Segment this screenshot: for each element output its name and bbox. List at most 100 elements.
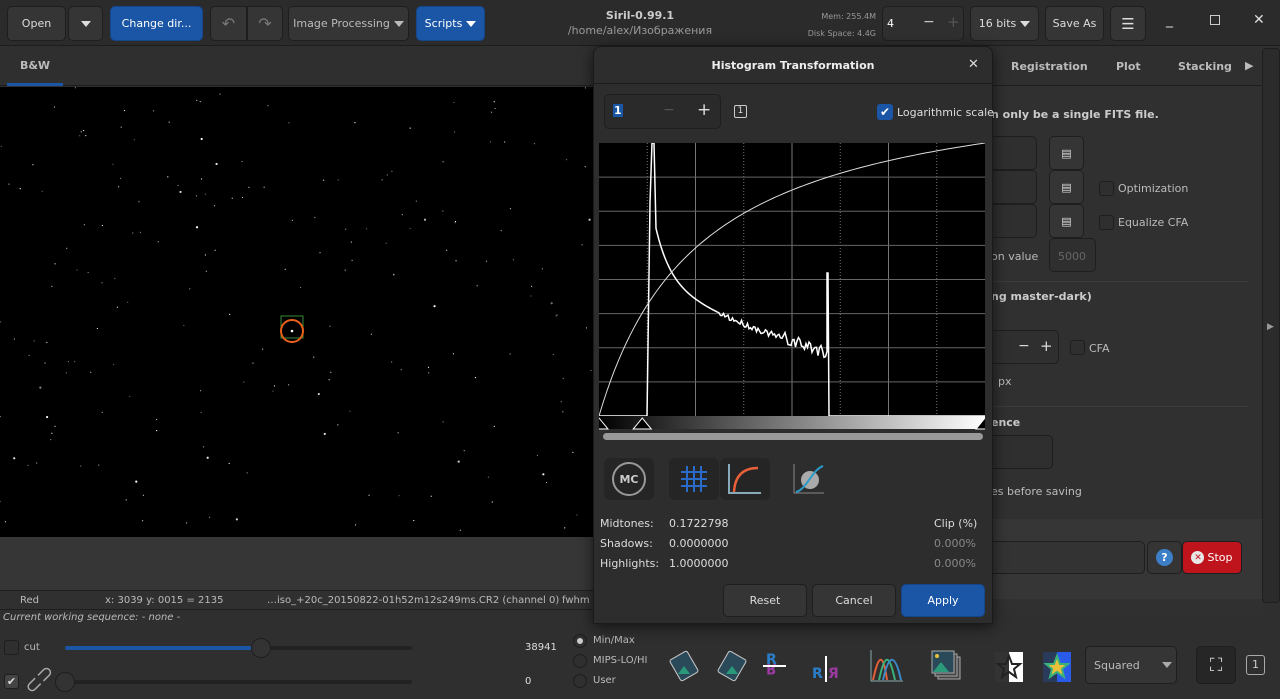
thread-count-stepper[interactable]: 4 − + — [882, 6, 964, 41]
chevron-down-icon — [466, 20, 477, 27]
tabs-scroll-right-icon[interactable]: ▶ — [1245, 59, 1253, 72]
image-stack-icon[interactable] — [929, 648, 965, 684]
radio-min-max[interactable] — [573, 634, 587, 648]
rotate-right-icon[interactable] — [714, 648, 750, 684]
star — [493, 101, 495, 103]
tab-plot[interactable]: Plot — [1116, 60, 1141, 73]
scripts-menu[interactable]: Scripts — [416, 6, 485, 41]
midtones-value[interactable]: 0.1722798 — [669, 517, 729, 530]
hyperbolic-stretch-button[interactable] — [792, 462, 826, 499]
output-prefix-field[interactable] — [989, 435, 1053, 469]
zoom-value[interactable]: 1 — [613, 104, 623, 117]
normalization-input[interactable]: 5000 — [1049, 238, 1096, 272]
star — [427, 366, 430, 368]
image-processing-menu[interactable]: Image Processing — [288, 6, 409, 41]
bit-depth-select[interactable]: 16 bits — [970, 6, 1039, 41]
bias-path-field[interactable] — [989, 136, 1037, 170]
display-mode-select[interactable]: Squared — [1085, 646, 1177, 684]
false-color-icon[interactable] — [1041, 648, 1073, 684]
star — [208, 516, 211, 519]
dialog-close-button[interactable]: ✕ — [968, 57, 979, 72]
minus-icon[interactable]: − — [1018, 338, 1030, 354]
radio-mips[interactable] — [573, 654, 587, 668]
mirror-x-icon[interactable]: RR — [762, 648, 792, 684]
auto-stretch-mc-button[interactable]: MC — [604, 458, 654, 500]
cut-checkbox[interactable] — [4, 640, 19, 655]
open-button[interactable]: Open — [7, 6, 66, 41]
star — [141, 520, 144, 522]
minus-icon[interactable]: − — [663, 102, 675, 118]
histogram-icon[interactable] — [869, 648, 905, 684]
output-section-title: ence — [991, 416, 1021, 429]
star — [397, 432, 399, 434]
star — [455, 260, 457, 262]
stop-button[interactable]: ✕ Stop — [1182, 541, 1242, 574]
change-dir-button[interactable]: Change dir... — [110, 6, 203, 41]
star — [13, 457, 16, 460]
negative-view-icon[interactable] — [993, 648, 1025, 684]
shadows-value[interactable]: 0.0000000 — [669, 537, 729, 550]
dark-path-field[interactable] — [989, 170, 1037, 204]
zoom-stepper[interactable]: 1 − + — [604, 94, 721, 129]
browse-dark-button[interactable]: ▤ — [1049, 170, 1084, 204]
zoom-1-badge[interactable]: 1 — [1246, 655, 1265, 675]
optimization-checkbox[interactable] — [1099, 181, 1114, 196]
plus-icon[interactable]: + — [1040, 337, 1053, 355]
radio-user[interactable] — [573, 674, 587, 688]
fit-to-window-button[interactable]: ⛶ — [1196, 646, 1236, 684]
grid-toggle-button[interactable] — [669, 458, 719, 500]
star — [80, 131, 82, 133]
star — [413, 519, 415, 522]
tab-registration[interactable]: Registration — [1011, 60, 1088, 73]
mirror-y-icon[interactable]: RЯ — [810, 648, 844, 684]
apply-button[interactable]: Apply — [901, 584, 985, 617]
hamburger-menu-button[interactable]: ☰ — [1110, 6, 1146, 41]
star — [322, 179, 325, 181]
star — [588, 218, 591, 221]
star — [536, 454, 539, 457]
histogram-graph[interactable] — [599, 143, 985, 443]
tab-bw[interactable]: B&W — [7, 46, 63, 86]
minimize-button[interactable]: _ — [1166, 12, 1173, 28]
histogram-scrollbar[interactable] — [603, 433, 983, 440]
browse-bias-button[interactable]: ▤ — [1049, 136, 1084, 170]
star — [354, 122, 356, 124]
thread-count-value[interactable]: 4 — [887, 17, 894, 30]
slider-handle[interactable] — [55, 672, 75, 692]
cancel-button[interactable]: Cancel — [812, 584, 896, 617]
low-level-slider[interactable] — [55, 672, 412, 692]
star — [504, 141, 506, 143]
sigma-stepper[interactable]: − + — [989, 330, 1059, 364]
rotate-left-icon[interactable] — [666, 648, 702, 684]
highlights-value[interactable]: 1.0000000 — [669, 557, 729, 570]
redo-button[interactable]: ↷ — [247, 6, 283, 41]
browse-flat-button[interactable]: ▤ — [1049, 204, 1084, 238]
close-window-button[interactable]: ✕ — [1253, 12, 1265, 28]
link-checkbox[interactable]: ✔ — [4, 674, 19, 689]
cfa-checkbox[interactable] — [1070, 340, 1085, 355]
curve-toggle-button[interactable] — [720, 458, 770, 500]
star — [457, 460, 460, 463]
log-scale-checkbox[interactable]: ✔ — [877, 104, 893, 120]
help-button[interactable]: ? — [1147, 541, 1182, 574]
open-recent-dropdown[interactable] — [68, 6, 103, 41]
equalize-cfa-checkbox[interactable] — [1099, 215, 1114, 230]
slider-handle[interactable] — [251, 638, 272, 658]
star — [54, 263, 56, 265]
star — [44, 362, 46, 364]
flat-path-field[interactable] — [989, 204, 1037, 238]
star — [291, 219, 294, 221]
high-level-slider[interactable] — [65, 638, 412, 658]
progress-field — [989, 541, 1145, 574]
star — [199, 100, 201, 103]
save-as-button[interactable]: Save As — [1045, 6, 1104, 41]
maximize-button[interactable] — [1210, 15, 1220, 25]
tab-stacking[interactable]: Stacking — [1178, 60, 1232, 73]
plus-icon[interactable]: + — [697, 100, 711, 120]
zoom-1-icon[interactable]: 1 — [734, 105, 747, 118]
side-panel-toggle[interactable]: ▶ — [1262, 48, 1280, 603]
minus-icon[interactable]: − — [923, 14, 935, 30]
reset-button[interactable]: Reset — [723, 584, 807, 617]
plus-icon[interactable]: + — [947, 13, 960, 31]
undo-button[interactable]: ↶ — [210, 6, 247, 41]
